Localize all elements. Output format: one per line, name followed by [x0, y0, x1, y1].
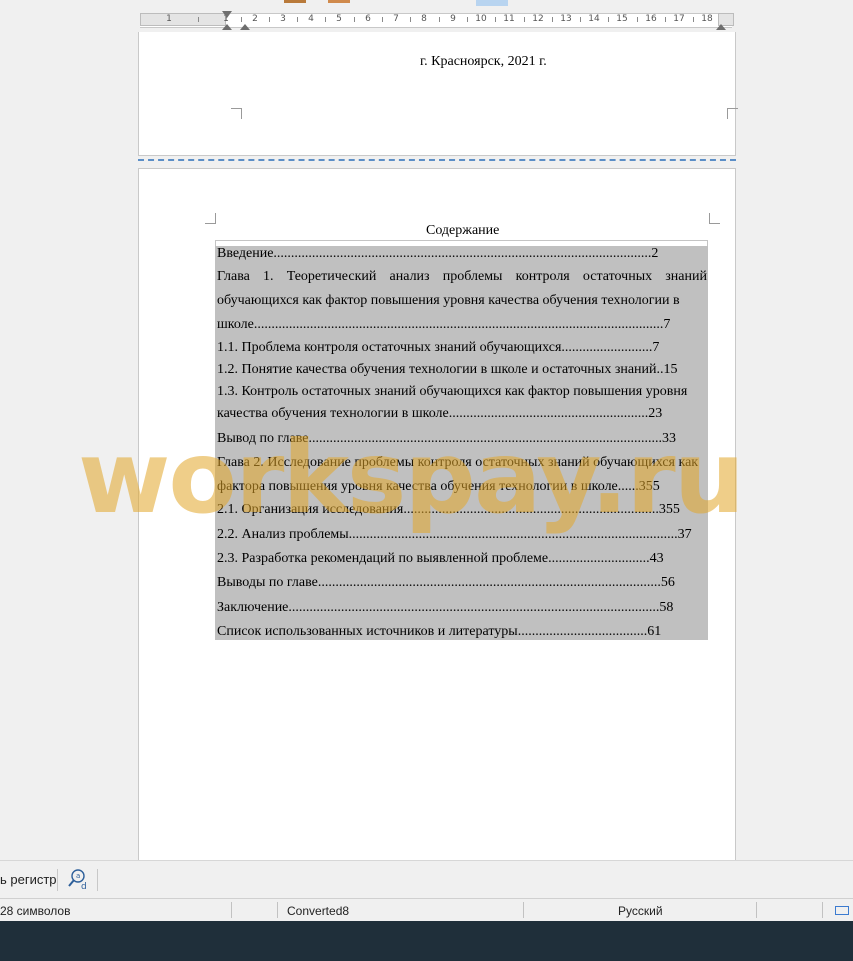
- ruler-tick-mark: [410, 17, 411, 22]
- toolbar-edge-highlight: [476, 0, 508, 6]
- ruler-tick-mark: [325, 17, 326, 22]
- toc-entry[interactable]: 1.2. Понятие качества обучения технологи…: [217, 360, 707, 380]
- tab-stop-marker[interactable]: [240, 24, 250, 30]
- ruler-tick-mark: [382, 17, 383, 22]
- find-toolbar: ь регистр a d: [0, 860, 853, 898]
- ruler-tick-mark: [495, 17, 496, 22]
- ruler-tick-label: 15: [616, 14, 628, 24]
- toc-entry[interactable]: обучающихся как фактор повышения уровня …: [217, 291, 707, 311]
- toc-entry[interactable]: Список использованных источников и литер…: [217, 622, 707, 642]
- toc-entry[interactable]: Глава 1. Теоретический анализ проблемы к…: [217, 267, 707, 287]
- toolbar-separator: [97, 869, 98, 891]
- toc-entry[interactable]: школе...................................…: [217, 315, 707, 335]
- find-replace-icon[interactable]: a d: [66, 867, 90, 892]
- language-indicator[interactable]: Русский: [618, 904, 663, 918]
- svg-text:a: a: [76, 872, 80, 880]
- ruler-tick-label: 5: [336, 14, 342, 24]
- ruler-tick-mark: [637, 17, 638, 22]
- status-separator: [277, 902, 278, 918]
- right-indent-marker[interactable]: [716, 24, 726, 30]
- status-bar: 28 символов Converted8 Русский: [0, 898, 853, 922]
- status-separator: [756, 902, 757, 918]
- page-1[interactable]: [138, 32, 738, 156]
- watermark: workspay.ru: [78, 419, 745, 536]
- ruler-tick-label: 18: [701, 14, 713, 24]
- match-case-checkbox-label[interactable]: ь регистр: [0, 872, 57, 887]
- ruler-tick-label: 9: [450, 14, 456, 24]
- single-page-view-icon[interactable]: [835, 906, 849, 915]
- page-style[interactable]: Converted8: [287, 904, 349, 918]
- ruler-tick-mark: [580, 17, 581, 22]
- ruler-tick-label: 2: [252, 14, 258, 24]
- word-count[interactable]: 28 символов: [0, 904, 70, 918]
- ruler-tick-label: 6: [365, 14, 371, 24]
- os-taskbar: [0, 921, 853, 961]
- text-boundary-corner: [231, 108, 242, 119]
- text-boundary-corner: [727, 108, 738, 119]
- text-boundary-corner: [709, 213, 720, 224]
- ruler-tick-label: 17: [673, 14, 685, 24]
- ruler-tick-mark: [665, 17, 666, 22]
- title-page-city-year[interactable]: г. Красноярск, 2021 г.: [420, 54, 547, 70]
- first-line-indent-marker[interactable]: [222, 11, 232, 18]
- status-separator: [822, 902, 823, 918]
- ruler-tick-mark: [241, 17, 242, 22]
- ruler-tick-mark: [552, 17, 553, 22]
- status-separator: [523, 902, 524, 918]
- ruler-tick-label: 10: [475, 14, 487, 24]
- ruler-tick-label: 11: [503, 14, 515, 24]
- ruler-tick-label: 4: [308, 14, 314, 24]
- ruler-tick-label: 13: [560, 14, 572, 24]
- ruler-tick-label: 7: [393, 14, 399, 24]
- ruler-tick-mark: [608, 17, 609, 22]
- ruler-tick-mark: [524, 17, 525, 22]
- horizontal-ruler[interactable]: 1 1 2 3 4 5 6 7 8 9 10 11 12 13 14 15 16 17 18: [0, 0, 853, 32]
- ruler-tick-label: 3: [280, 14, 286, 24]
- ruler-tick-mark: [439, 17, 440, 22]
- ruler-tick-label: 16: [645, 14, 657, 24]
- toc-entry[interactable]: Выводы по главе.........................…: [217, 573, 707, 593]
- ruler-tick-mark: [467, 17, 468, 22]
- toc-heading[interactable]: Содержание: [426, 223, 499, 239]
- toolbar-edge-fragment: [284, 0, 306, 3]
- toc-entry[interactable]: Заключение..............................…: [217, 598, 707, 618]
- ruler-tick-mark: [297, 17, 298, 22]
- toolbar-edge-fragment: [328, 0, 350, 3]
- toc-entry[interactable]: 2.3. Разработка рекомендаций по выявленн…: [217, 549, 707, 569]
- toolbar-separator: [57, 869, 58, 891]
- toc-entry[interactable]: Введение................................…: [217, 244, 707, 264]
- text-boundary-corner: [205, 213, 216, 224]
- toc-entry[interactable]: 1.1. Проблема контроля остаточных знаний…: [217, 338, 707, 358]
- status-separator: [231, 902, 232, 918]
- ruler-tick-label: 1: [166, 14, 172, 24]
- svg-text:d: d: [81, 882, 87, 891]
- ruler-tick-mark: [198, 17, 199, 22]
- ruler-left-margin[interactable]: [140, 13, 226, 26]
- ruler-tick-mark: [693, 17, 694, 22]
- ruler-tick-mark: [354, 17, 355, 22]
- page-break-indicator: [138, 159, 736, 161]
- ruler-tick-label: 12: [532, 14, 544, 24]
- ruler-tick-label: 14: [588, 14, 600, 24]
- left-indent-marker[interactable]: [222, 24, 232, 30]
- ruler-tick-mark: [269, 17, 270, 22]
- toc-entry[interactable]: 1.3. Контроль остаточных знаний обучающи…: [217, 382, 707, 402]
- ruler-tick-label: 8: [421, 14, 427, 24]
